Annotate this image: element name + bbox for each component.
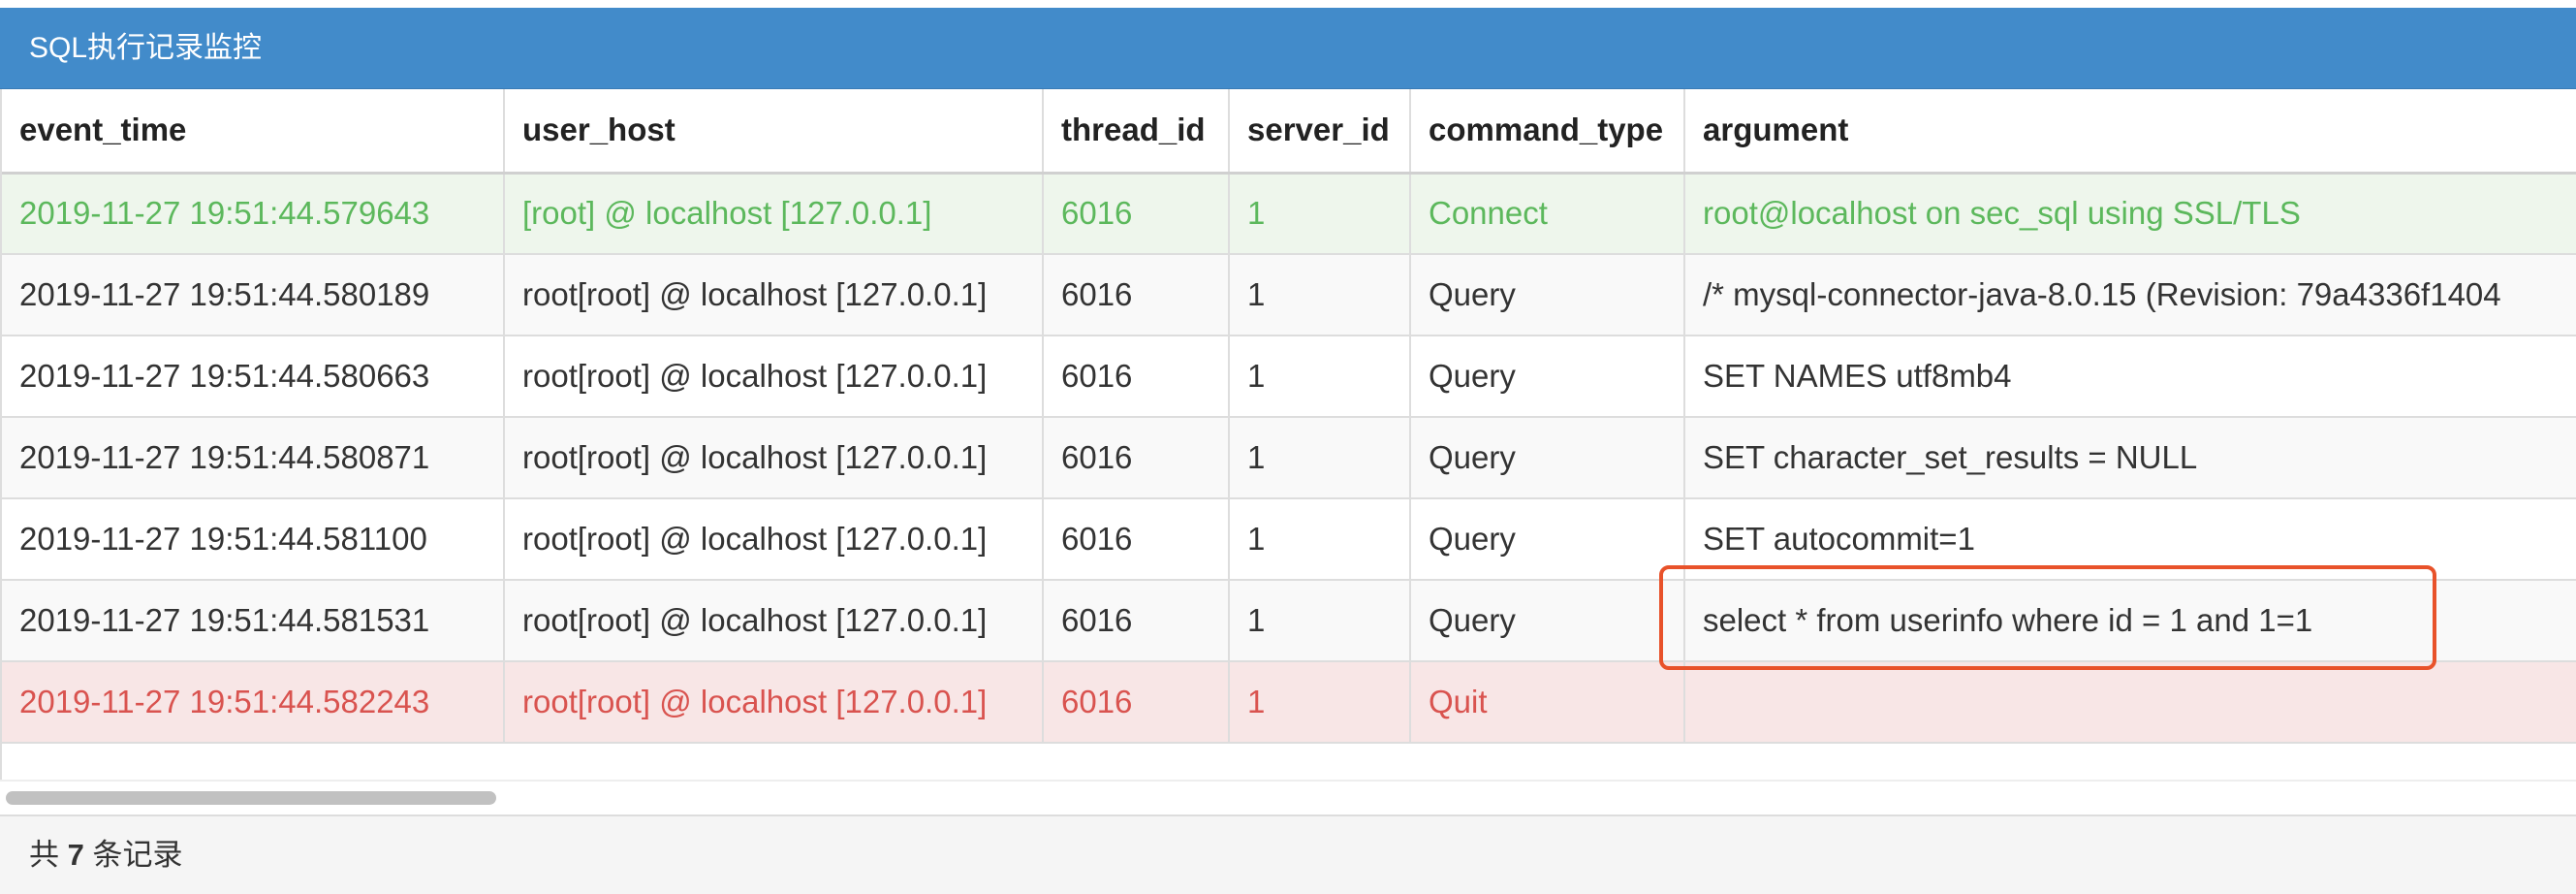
cell-argument: [1684, 661, 2576, 744]
cell-user-host: [root] @ localhost [127.0.0.1]: [504, 173, 1044, 255]
table-row[interactable]: 2019-11-27 19:51:44.580189 root[root] @ …: [2, 254, 2576, 336]
table-row[interactable]: 2019-11-27 19:51:44.580663 root[root] @ …: [2, 335, 2576, 418]
cell-thread-id: 6016: [1043, 417, 1230, 499]
cell-argument: select * from userinfo where id = 1 and …: [1684, 580, 2576, 662]
cell-event-time: 2019-11-27 19:51:44.581531: [2, 580, 505, 662]
cell-thread-id: 6016: [1043, 335, 1230, 418]
column-header-event-time[interactable]: event_time: [2, 89, 505, 175]
table-row[interactable]: 2019-11-27 19:51:44.579643 [root] @ loca…: [2, 173, 2576, 255]
panel-title: SQL执行记录监控: [0, 8, 2576, 89]
cell-command-type: Query: [1410, 335, 1685, 418]
cell-command-type: Connect: [1410, 173, 1685, 255]
sql-log-table: event_time user_host thread_id server_id…: [2, 89, 2576, 744]
table-row[interactable]: 2019-11-27 19:51:44.581100 root[root] @ …: [2, 498, 2576, 581]
cell-server-id: 1: [1229, 417, 1411, 499]
cell-server-id: 1: [1229, 173, 1411, 255]
column-header-server-id[interactable]: server_id: [1229, 89, 1411, 175]
cell-command-type: Query: [1410, 254, 1685, 336]
cell-server-id: 1: [1229, 335, 1411, 418]
cell-event-time: 2019-11-27 19:51:44.581100: [2, 498, 505, 581]
cell-event-time: 2019-11-27 19:51:44.580189: [2, 254, 505, 336]
cell-user-host: root[root] @ localhost [127.0.0.1]: [504, 254, 1044, 336]
cell-thread-id: 6016: [1043, 173, 1230, 255]
cell-thread-id: 6016: [1043, 498, 1230, 581]
cell-server-id: 1: [1229, 661, 1411, 744]
cell-event-time: 2019-11-27 19:51:44.579643: [2, 173, 505, 255]
horizontal-scrollbar[interactable]: [0, 780, 2576, 814]
cell-argument: SET character_set_results = NULL: [1684, 417, 2576, 499]
cell-server-id: 1: [1229, 254, 1411, 336]
cell-user-host: root[root] @ localhost [127.0.0.1]: [504, 498, 1044, 581]
table-row[interactable]: 2019-11-27 19:51:44.581531 root[root] @ …: [2, 580, 2576, 662]
footer-prefix: 共: [29, 838, 59, 872]
cell-user-host: root[root] @ localhost [127.0.0.1]: [504, 580, 1044, 662]
column-header-argument[interactable]: argument: [1684, 89, 2576, 175]
cell-command-type: Query: [1410, 417, 1685, 499]
record-count-footer: 共 7 条记录: [0, 814, 2576, 894]
cell-thread-id: 6016: [1043, 254, 1230, 336]
cell-argument: root@localhost on sec_sql using SSL/TLS: [1684, 173, 2576, 255]
cell-argument: SET NAMES utf8mb4: [1684, 335, 2576, 418]
cell-server-id: 1: [1229, 580, 1411, 662]
cell-argument: SET autocommit=1: [1684, 498, 2576, 581]
cell-user-host: root[root] @ localhost [127.0.0.1]: [504, 661, 1044, 744]
cell-server-id: 1: [1229, 498, 1411, 581]
table-scroll-area[interactable]: event_time user_host thread_id server_id…: [0, 89, 2576, 809]
cell-event-time: 2019-11-27 19:51:44.580871: [2, 417, 505, 499]
cell-user-host: root[root] @ localhost [127.0.0.1]: [504, 335, 1044, 418]
scrollbar-thumb[interactable]: [6, 791, 496, 805]
record-count: 7: [67, 838, 84, 872]
cell-event-time: 2019-11-27 19:51:44.580663: [2, 335, 505, 418]
cell-argument: /* mysql-connector-java-8.0.15 (Revision…: [1684, 254, 2576, 336]
column-header-command-type[interactable]: command_type: [1410, 89, 1685, 175]
cell-thread-id: 6016: [1043, 580, 1230, 662]
column-header-user-host[interactable]: user_host: [504, 89, 1044, 175]
sql-monitor-panel: SQL执行记录监控 event_time user_host thread_id…: [0, 8, 2576, 894]
footer-suffix: 条记录: [92, 838, 183, 872]
cell-command-type: Quit: [1410, 661, 1685, 744]
table-row[interactable]: 2019-11-27 19:51:44.582243 root[root] @ …: [2, 661, 2576, 744]
column-header-thread-id[interactable]: thread_id: [1043, 89, 1230, 175]
cell-command-type: Query: [1410, 498, 1685, 581]
table-row[interactable]: 2019-11-27 19:51:44.580871 root[root] @ …: [2, 417, 2576, 499]
cell-event-time: 2019-11-27 19:51:44.582243: [2, 661, 505, 744]
cell-user-host: root[root] @ localhost [127.0.0.1]: [504, 417, 1044, 499]
cell-command-type: Query: [1410, 580, 1685, 662]
table-header-row: event_time user_host thread_id server_id…: [2, 89, 2576, 175]
cell-thread-id: 6016: [1043, 661, 1230, 744]
